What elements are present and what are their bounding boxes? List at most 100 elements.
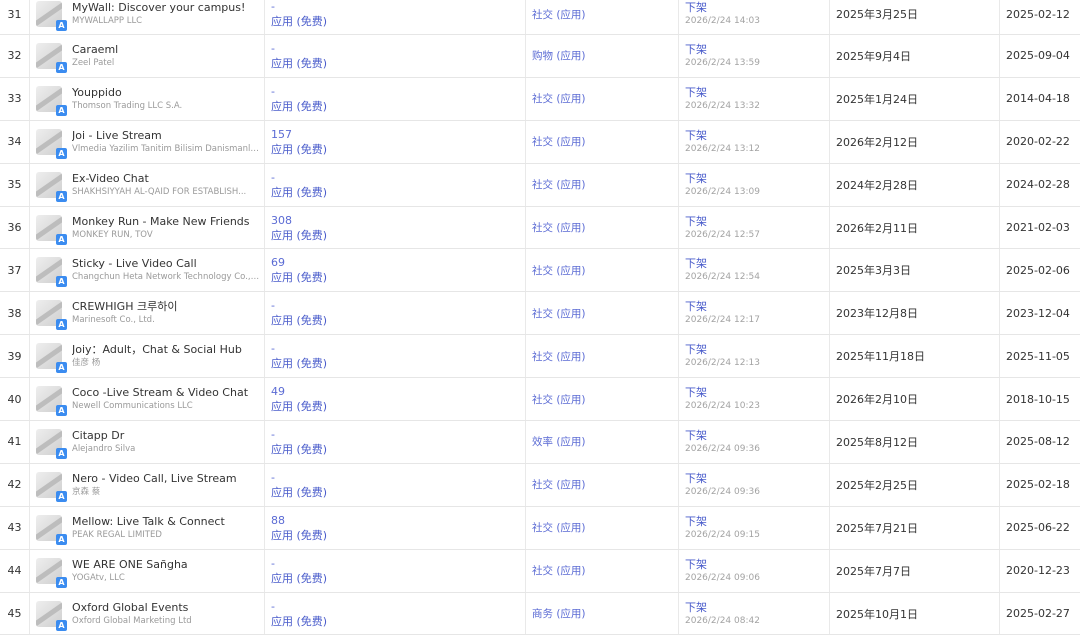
status-label[interactable]: 下架	[685, 514, 760, 529]
app-type-link[interactable]: 应用 (免费)	[271, 356, 327, 371]
app-icon[interactable]: A	[36, 214, 67, 245]
app-icon[interactable]: A	[36, 300, 67, 331]
app-type-link[interactable]: 应用 (免费)	[271, 442, 327, 457]
app-name-link[interactable]: Oxford Global Events	[72, 600, 192, 615]
table-row[interactable]: 33 A Youppido Thomson Trading LLC S.A. -…	[0, 77, 1080, 121]
status-label[interactable]: 下架	[685, 385, 760, 400]
app-icon[interactable]: A	[36, 514, 67, 545]
app-type-link[interactable]: 应用 (免费)	[271, 185, 327, 200]
rank-value[interactable]: -	[271, 341, 327, 356]
app-icon[interactable]: A	[36, 471, 67, 502]
table-row[interactable]: 45 A Oxford Global Events Oxford Global …	[0, 592, 1080, 635]
category-link[interactable]: 社交 (应用)	[532, 263, 586, 278]
app-cell[interactable]: A Oxford Global Events Oxford Global Mar…	[30, 592, 265, 635]
app-type-link[interactable]: 应用 (免费)	[271, 142, 327, 157]
rank-value[interactable]: -	[271, 41, 327, 56]
status-label[interactable]: 下架	[685, 471, 760, 486]
app-icon[interactable]: A	[36, 386, 67, 417]
app-cell[interactable]: A CREWHIGH 크루하이 Marinesoft Co., Ltd.	[30, 292, 265, 335]
app-name-link[interactable]: Ex-Video Chat	[72, 171, 246, 186]
rank-value[interactable]: -	[271, 427, 327, 442]
status-label[interactable]: 下架	[685, 342, 760, 357]
app-cell[interactable]: A Joiy：Adult，Chat & Social Hub 佳彦 杨	[30, 335, 265, 378]
status-label[interactable]: 下架	[685, 557, 760, 572]
table-row[interactable]: 39 A Joiy：Adult，Chat & Social Hub 佳彦 杨 -…	[0, 335, 1080, 379]
table-row[interactable]: 42 A Nero - Video Call, Live Stream 京森 蔡…	[0, 463, 1080, 507]
table-row[interactable]: 31 A MyWall: Discover your campus! MYWAL…	[0, 0, 1080, 35]
app-cell[interactable]: A WE ARE ONE Sañgha YOGAtv, LLC	[30, 549, 265, 592]
app-cell[interactable]: A MyWall: Discover your campus! MYWALLAP…	[30, 0, 265, 34]
table-row[interactable]: 38 A CREWHIGH 크루하이 Marinesoft Co., Ltd. …	[0, 292, 1080, 336]
app-type-link[interactable]: 应用 (免费)	[271, 313, 327, 328]
app-name-link[interactable]: Nero - Video Call, Live Stream	[72, 471, 237, 486]
table-row[interactable]: 37 A Sticky - Live Video Call Changchun …	[0, 249, 1080, 293]
app-cell[interactable]: A Mellow: Live Talk & Connect PEAK REGAL…	[30, 506, 265, 549]
category-link[interactable]: 社交 (应用)	[532, 477, 586, 492]
app-name-link[interactable]: Caraeml	[72, 42, 118, 57]
table-row[interactable]: 43 A Mellow: Live Talk & Connect PEAK RE…	[0, 506, 1080, 550]
category-link[interactable]: 社交 (应用)	[532, 7, 586, 22]
category-link[interactable]: 社交 (应用)	[532, 134, 586, 149]
status-label[interactable]: 下架	[685, 299, 760, 314]
table-row[interactable]: 35 A Ex-Video Chat SHAKHSIYYAH AL-QAID F…	[0, 163, 1080, 207]
status-label[interactable]: 下架	[685, 428, 760, 443]
app-name-link[interactable]: Coco -Live Stream & Video Chat	[72, 385, 248, 400]
table-row[interactable]: 32 A Caraeml Zeel Patel - 应用 (免费) 购物 (应用…	[0, 35, 1080, 78]
category-link[interactable]: 社交 (应用)	[532, 563, 586, 578]
rank-value[interactable]: 88	[271, 513, 327, 528]
app-type-link[interactable]: 应用 (免费)	[271, 528, 327, 543]
app-name-link[interactable]: CREWHIGH 크루하이	[72, 299, 177, 314]
status-label[interactable]: 下架	[685, 85, 760, 100]
rank-value[interactable]: -	[271, 470, 327, 485]
app-name-link[interactable]: Citapp Dr	[72, 428, 135, 443]
status-label[interactable]: 下架	[685, 171, 760, 186]
app-name-link[interactable]: Joiy：Adult，Chat & Social Hub	[72, 342, 242, 357]
status-label[interactable]: 下架	[685, 0, 760, 15]
status-label[interactable]: 下架	[685, 128, 760, 143]
category-link[interactable]: 购物 (应用)	[532, 48, 586, 63]
app-cell[interactable]: A Monkey Run - Make New Friends MONKEY R…	[30, 206, 265, 249]
table-row[interactable]: 44 A WE ARE ONE Sañgha YOGAtv, LLC - 应用 …	[0, 549, 1080, 593]
app-name-link[interactable]: MyWall: Discover your campus!	[72, 0, 245, 15]
app-type-link[interactable]: 应用 (免费)	[271, 614, 327, 629]
app-cell[interactable]: A Ex-Video Chat SHAKHSIYYAH AL-QAID FOR …	[30, 163, 265, 206]
app-cell[interactable]: A Youppido Thomson Trading LLC S.A.	[30, 77, 265, 120]
app-cell[interactable]: A Joi - Live Stream Vlmedia Yazilim Tani…	[30, 120, 265, 163]
app-icon[interactable]: A	[36, 257, 67, 288]
rank-value[interactable]: -	[271, 170, 327, 185]
app-cell[interactable]: A Citapp Dr Alejandro Silva	[30, 421, 265, 463]
app-icon[interactable]: A	[36, 600, 67, 631]
category-link[interactable]: 社交 (应用)	[532, 392, 586, 407]
category-link[interactable]: 社交 (应用)	[532, 349, 586, 364]
status-label[interactable]: 下架	[685, 600, 760, 615]
category-link[interactable]: 社交 (应用)	[532, 520, 586, 535]
app-icon[interactable]: A	[36, 428, 67, 459]
app-type-link[interactable]: 应用 (免费)	[271, 571, 327, 586]
table-row[interactable]: 34 A Joi - Live Stream Vlmedia Yazilim T…	[0, 120, 1080, 164]
app-icon[interactable]: A	[36, 128, 67, 159]
app-cell[interactable]: A Coco -Live Stream & Video Chat Newell …	[30, 378, 265, 421]
app-name-link[interactable]: WE ARE ONE Sañgha	[72, 557, 188, 572]
rank-value[interactable]: -	[271, 0, 327, 14]
app-icon[interactable]: A	[36, 343, 67, 374]
app-icon[interactable]: A	[36, 42, 67, 73]
app-type-link[interactable]: 应用 (免费)	[271, 99, 327, 114]
app-icon[interactable]: A	[36, 1, 67, 31]
app-icon[interactable]: A	[36, 171, 67, 202]
category-link[interactable]: 社交 (应用)	[532, 220, 586, 235]
app-name-link[interactable]: Joi - Live Stream	[72, 128, 260, 143]
category-link[interactable]: 社交 (应用)	[532, 177, 586, 192]
app-type-link[interactable]: 应用 (免费)	[271, 399, 327, 414]
status-label[interactable]: 下架	[685, 42, 760, 57]
table-row[interactable]: 36 A Monkey Run - Make New Friends MONKE…	[0, 206, 1080, 250]
category-link[interactable]: 社交 (应用)	[532, 91, 586, 106]
rank-value[interactable]: 308	[271, 213, 327, 228]
app-type-link[interactable]: 应用 (免费)	[271, 485, 327, 500]
app-name-link[interactable]: Mellow: Live Talk & Connect	[72, 514, 225, 529]
rank-value[interactable]: 49	[271, 384, 327, 399]
table-row[interactable]: 41 A Citapp Dr Alejandro Silva - 应用 (免费)…	[0, 421, 1080, 464]
status-label[interactable]: 下架	[685, 214, 760, 229]
app-type-link[interactable]: 应用 (免费)	[271, 228, 327, 243]
app-cell[interactable]: A Nero - Video Call, Live Stream 京森 蔡	[30, 463, 265, 506]
rank-value[interactable]: -	[271, 599, 327, 614]
